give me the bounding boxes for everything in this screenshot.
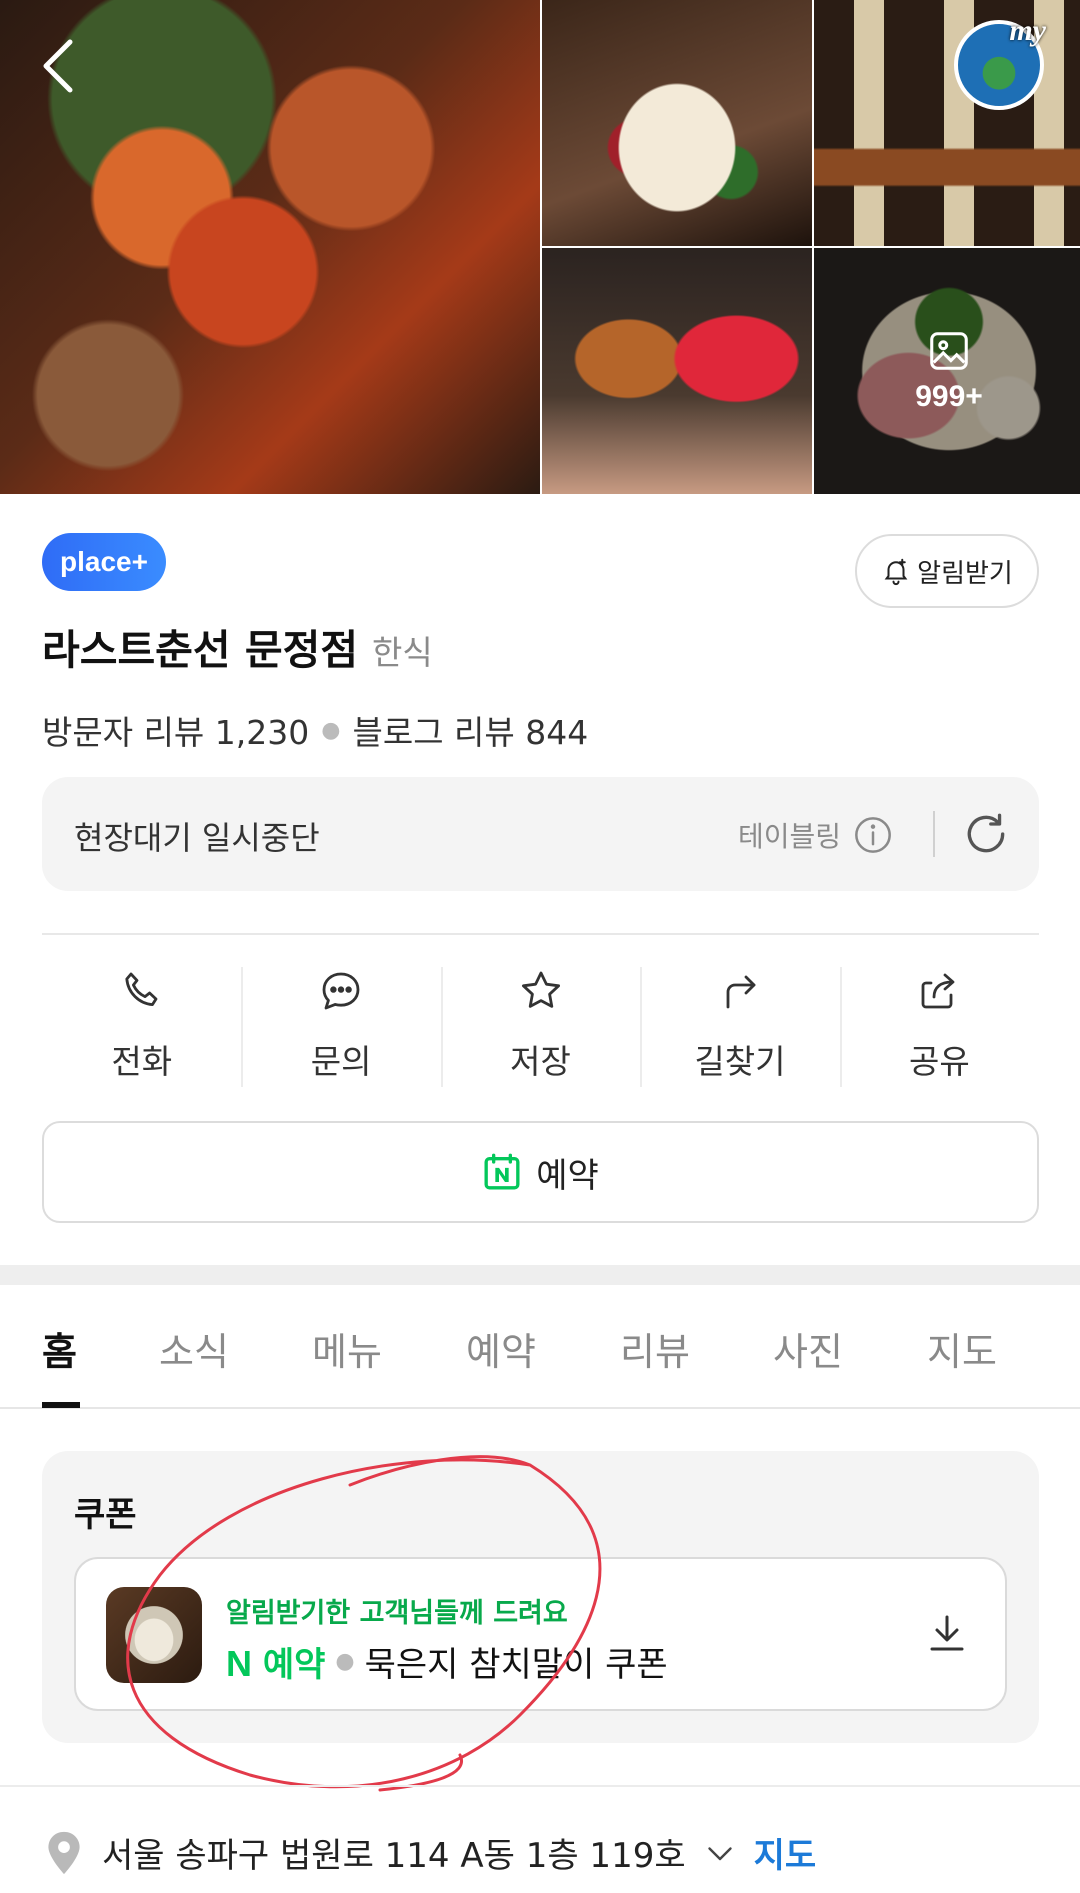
photo-main[interactable] [0,0,540,494]
download-icon[interactable] [923,1609,971,1657]
tab-bar: 홈 소식 메뉴 예약 리뷰 사진 지도 [0,1285,1080,1409]
visitor-reviews-link[interactable]: 방문자 리뷰 1,230 [42,706,309,754]
chat-icon [322,972,360,1010]
title-row: 라스트춘선 문정점 한식 [42,616,433,676]
image-icon [930,332,968,370]
waiting-status-box: 현장대기 일시중단 테이블링 [42,777,1039,891]
coupon-section: 쿠폰 알림받기한 고객님들께 드려요 N 예약 ● 묵은지 참치말이 쿠폰 [42,1451,1039,1743]
separator-dot: ● [321,717,341,743]
inquiry-button[interactable]: 문의 [241,963,440,1089]
notify-label: 알림받기 [917,558,1013,589]
photo-thumb-more[interactable]: 999+ [814,248,1080,494]
inquiry-label: 문의 [310,1042,372,1081]
photo-more-overlay: 999+ [814,248,1080,494]
naver-calendar-icon [484,1153,520,1190]
address-text: 서울 송파구 법원로 114 A동 1층 119호 [102,1836,686,1876]
divider [0,1785,1080,1787]
notify-button[interactable]: 알림받기 [855,534,1039,608]
divider [42,933,1039,935]
naver-reserve-label: 예약 [262,1645,326,1685]
map-pin-icon [48,1831,80,1874]
phone-icon [125,972,158,1006]
bell-plus-icon [884,558,908,586]
naver-n-logo: N [226,1643,252,1684]
map-link[interactable]: 지도 [754,1828,817,1877]
call-button[interactable]: 전화 [42,963,241,1089]
photo-thumb-1[interactable] [542,0,812,246]
back-button[interactable] [36,36,80,96]
tabling-label: 테이블링 [737,820,841,853]
coupon-name: 묵은지 참치말이 쿠폰 [364,1645,668,1685]
tab-menu[interactable]: 메뉴 [312,1321,382,1376]
tab-active-indicator [42,1402,80,1408]
tabling-info[interactable]: 테이블링 [738,815,893,855]
divider [933,811,935,857]
info-icon [855,817,891,853]
save-button[interactable]: 저장 [440,963,640,1089]
tab-reviews[interactable]: 리뷰 [620,1321,690,1376]
share-button[interactable]: 공유 [839,963,1039,1089]
coupon-line: N 예약 ● 묵은지 참치말이 쿠폰 [226,1637,668,1686]
save-label: 저장 [510,1042,571,1081]
directions-icon [726,975,756,1009]
tab-home[interactable]: 홈 [42,1321,77,1376]
my-avatar[interactable]: my [954,14,1046,110]
place-plus-badge: place+ [42,533,166,591]
directions-button[interactable]: 길찾기 [640,963,839,1089]
star-icon [521,971,560,1008]
tab-news[interactable]: 소식 [159,1321,229,1376]
action-bar: 전화 문의 저장 길찾기 공유 [42,963,1039,1089]
waiting-status-text: 현장대기 일시중단 [74,819,320,857]
separator-dot: ● [335,1649,355,1674]
reserve-label: 예약 [536,1155,599,1196]
place-category: 한식 [372,633,433,672]
chevron-down-icon[interactable] [702,1835,738,1871]
tab-reservation[interactable]: 예약 [466,1321,536,1376]
section-divider [0,1265,1080,1285]
review-counts: 방문자 리뷰 1,230 ● 블로그 리뷰 844 [42,706,588,754]
photo-more-count: 999+ [915,380,983,413]
refresh-icon[interactable] [961,809,1011,859]
photo-thumb-3[interactable] [542,248,812,494]
place-title: 라스트춘선 문정점 [42,626,359,674]
blog-reviews-link[interactable]: 블로그 리뷰 844 [352,706,588,754]
directions-label: 길찾기 [694,1042,786,1081]
coupon-section-title: 쿠폰 [74,1495,137,1535]
photo-gallery: 999+ [0,0,1080,494]
reserve-button[interactable]: 예약 [42,1121,1039,1223]
coupon-card[interactable]: 알림받기한 고객님들께 드려요 N 예약 ● 묵은지 참치말이 쿠폰 [74,1557,1007,1711]
share-label: 공유 [908,1042,970,1081]
naver-reservation-tag: N 예약 [226,1637,325,1686]
coupon-thumbnail [106,1587,202,1683]
address-row: 서울 송파구 법원로 114 A동 1층 119호 지도 [42,1828,816,1877]
chevron-left-icon [43,39,73,93]
share-icon [921,973,955,1009]
coupon-subtitle: 알림받기한 고객님들께 드려요 [226,1598,568,1629]
tab-photos[interactable]: 사진 [773,1321,843,1376]
my-avatar-label: my [1009,14,1046,47]
tab-map[interactable]: 지도 [927,1321,997,1376]
call-label: 전화 [111,1042,173,1081]
